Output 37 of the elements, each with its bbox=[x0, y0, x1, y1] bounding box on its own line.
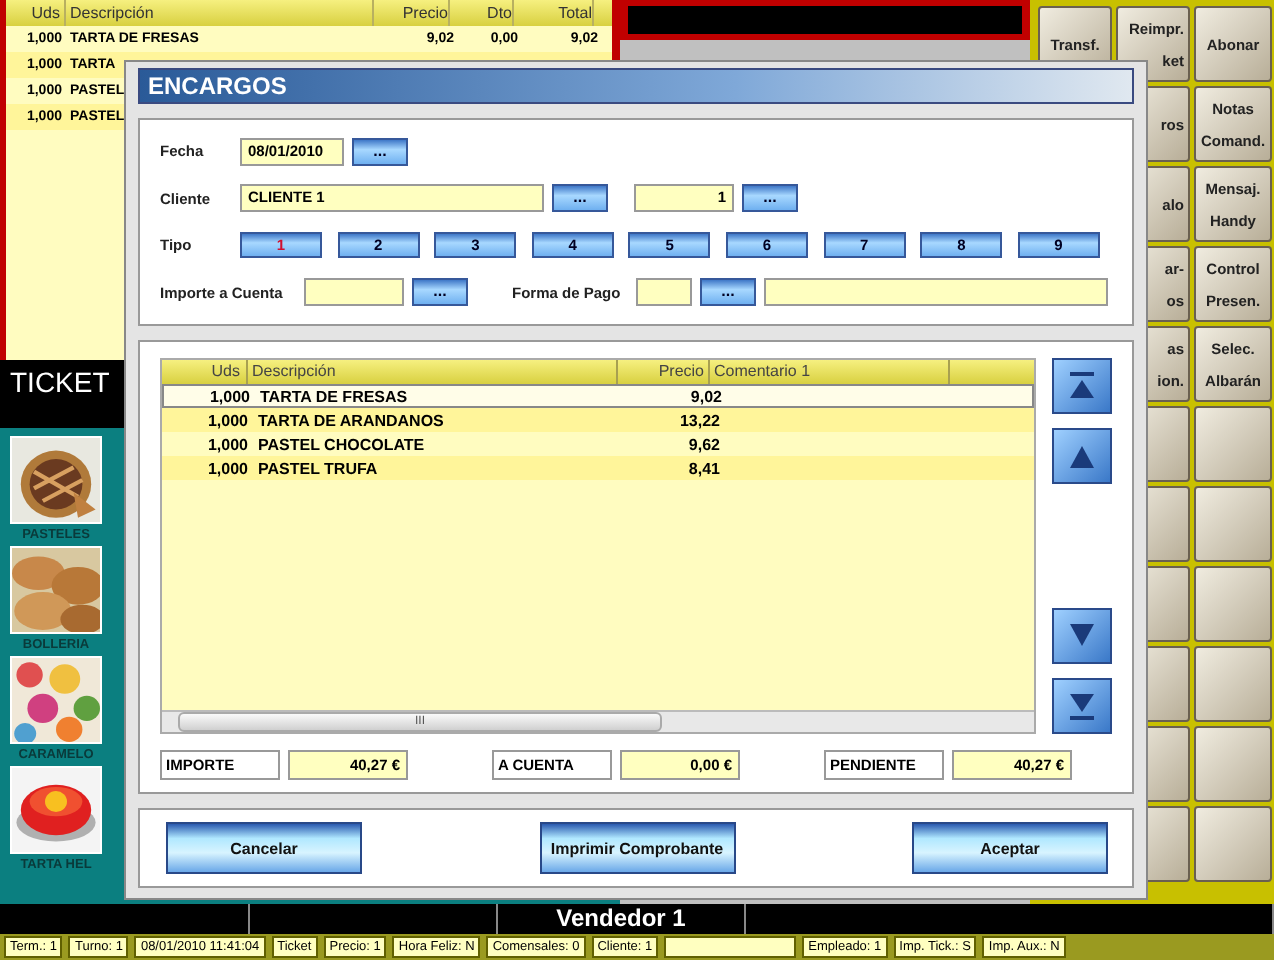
function-button[interactable] bbox=[1194, 646, 1272, 722]
scroll-bottom-button[interactable] bbox=[1052, 678, 1112, 734]
amount-field[interactable] bbox=[304, 278, 404, 307]
payment-code-field[interactable] bbox=[636, 278, 692, 307]
column-header: Uds bbox=[6, 0, 66, 26]
function-button[interactable] bbox=[1194, 726, 1272, 802]
dialog-button[interactable]: Aceptar bbox=[912, 822, 1108, 874]
scroll-down-icon bbox=[1068, 622, 1096, 650]
function-button[interactable] bbox=[1194, 566, 1272, 642]
scroll-top-icon bbox=[1068, 372, 1096, 400]
function-button[interactable] bbox=[1194, 406, 1272, 482]
scroll-bottom-icon bbox=[1068, 692, 1096, 720]
dialog-button[interactable]: Imprimir Comprobante bbox=[539, 822, 735, 874]
column-header: Precio bbox=[374, 0, 450, 26]
client-number-button[interactable]: ... bbox=[742, 184, 798, 213]
table-row[interactable]: 1,000 PASTEL CHOCOLATE 9,62 bbox=[162, 432, 1034, 456]
vendor-label: Vendedor 1 bbox=[554, 904, 688, 934]
scroll-top-button[interactable] bbox=[1052, 358, 1112, 414]
column-header: Total bbox=[514, 0, 594, 26]
function-button[interactable] bbox=[1194, 806, 1272, 882]
dialog-title: ENCARGOS bbox=[138, 68, 1134, 104]
column-header: Descripción bbox=[66, 0, 374, 26]
column-header: Dto bbox=[450, 0, 514, 26]
table-row[interactable]: 1,000 TARTA DE ARANDANOS 13,22 bbox=[162, 408, 1034, 432]
date-picker-button[interactable]: ... bbox=[352, 137, 408, 165]
status-field bbox=[664, 936, 797, 958]
client-lookup-button[interactable]: ... bbox=[552, 184, 608, 213]
scroll-up-icon bbox=[1068, 442, 1096, 470]
payment-name-field[interactable] bbox=[764, 278, 1108, 307]
amount-button[interactable]: ... bbox=[412, 278, 468, 307]
dialog-button[interactable]: Cancelar bbox=[166, 822, 362, 874]
scroll-up-button[interactable] bbox=[1052, 428, 1112, 484]
scroll-down-button[interactable] bbox=[1052, 608, 1112, 664]
function-button[interactable] bbox=[1194, 486, 1272, 562]
table-row[interactable]: 1,000 PASTEL TRUFA 8,41 bbox=[162, 456, 1034, 480]
table-row[interactable]: 1,000 TARTA DE FRESAS 9,02 bbox=[162, 384, 1034, 408]
payment-lookup-button[interactable]: ... bbox=[700, 278, 756, 307]
